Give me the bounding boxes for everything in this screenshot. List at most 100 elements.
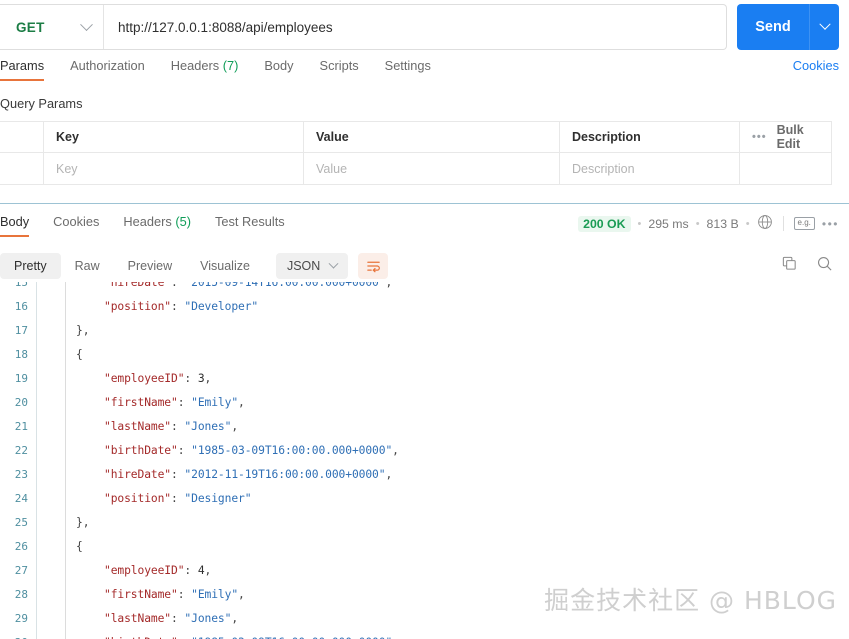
row-actions — [740, 153, 831, 184]
tab-body[interactable]: Body — [264, 58, 293, 81]
tab-label: Headers — [123, 214, 172, 229]
code-token: : — [171, 611, 185, 625]
code-token: : — [171, 282, 185, 289]
response-tab-headers[interactable]: Headers (5) — [123, 214, 191, 237]
tab-label: Body — [264, 58, 294, 73]
bulk-edit-button[interactable]: Bulk Edit — [777, 123, 819, 151]
globe-icon[interactable] — [757, 214, 773, 233]
header-description: Description — [560, 122, 740, 152]
response-tab-cookies[interactable]: Cookies — [53, 214, 99, 237]
code-token: "birthDate" — [104, 636, 178, 639]
panel-splitter[interactable] — [0, 203, 849, 204]
code-token: : — [171, 491, 185, 505]
more-options-icon[interactable]: ••• — [752, 131, 767, 143]
more-options-icon[interactable]: ••• — [822, 217, 839, 231]
code-line: 25}, — [0, 510, 849, 534]
tab-headers[interactable]: Headers (7) — [171, 58, 239, 81]
copy-icon[interactable] — [781, 255, 798, 277]
response-body-code[interactable]: 15 "hireDate": "2015-09-14T16:00:00.000+0… — [0, 282, 849, 639]
line-number: 29 — [14, 611, 28, 625]
code-token: , — [385, 467, 393, 481]
line-number: 20 — [14, 395, 28, 409]
tab-count: (5) — [175, 214, 191, 229]
view-tab-raw[interactable]: Raw — [61, 253, 114, 279]
http-method-select[interactable]: GET — [0, 5, 104, 49]
tab-label: Test Results — [214, 214, 285, 229]
tab-authorization[interactable]: Authorization — [70, 58, 145, 81]
code-text: "firstName": "Emily", — [66, 396, 245, 409]
code-token: "hireDate" — [104, 467, 172, 481]
code-text: "lastName": "Jones", — [66, 420, 238, 433]
code-token: }, — [76, 323, 90, 337]
gutter-separator — [36, 630, 37, 639]
code-line: 30 "birthDate": "1985-03-09T16:00:00.000+… — [0, 630, 849, 639]
tab-label: Cookies — [53, 214, 100, 229]
code-token: { — [76, 539, 83, 553]
view-tab-pretty[interactable]: Pretty — [0, 253, 61, 279]
view-tab-visualize[interactable]: Visualize — [186, 253, 264, 279]
url-input[interactable]: http://127.0.0.1:8088/api/employees — [104, 5, 726, 49]
code-token: "Developer" — [184, 299, 259, 313]
row-checkbox-cell[interactable] — [0, 153, 44, 184]
search-icon[interactable] — [816, 255, 833, 277]
chevron-down-icon — [818, 18, 831, 30]
response-tab-test-results[interactable]: Test Results — [215, 214, 285, 237]
code-token: : — [177, 395, 192, 409]
param-description-input[interactable]: Description — [560, 153, 740, 184]
url-group: GET http://127.0.0.1:8088/api/employees — [0, 4, 727, 50]
save-response-icon[interactable]: e.g. — [793, 217, 815, 230]
code-token: "Jones" — [184, 419, 232, 433]
code-text: "birthDate": "1985-03-09T16:00:00.000+00… — [66, 444, 399, 457]
response-meta: 200 OK • 295 ms • 813 B • e.g. ••• — [578, 214, 849, 233]
format-select[interactable]: JSON — [275, 253, 349, 279]
code-text: "position": "Developer" — [66, 300, 258, 313]
tab-label: Body — [0, 214, 30, 229]
gutter-separator — [36, 282, 37, 294]
code-token: "position" — [104, 491, 172, 505]
code-token: "2015-09-14T16:00:00.000+0000" — [184, 282, 386, 289]
tab-params[interactable]: Params — [0, 58, 45, 81]
status-badge: 200 OK — [578, 215, 631, 232]
code-text: "lastName": "Jones", — [66, 612, 238, 625]
code-token: , — [385, 282, 393, 289]
query-params-table: Key Value Description ••• Bulk Edit Key … — [0, 121, 832, 185]
code-token: 4 — [197, 563, 205, 577]
param-value-input[interactable]: Value — [304, 153, 560, 184]
code-token: , — [392, 443, 399, 457]
gutter-separator — [36, 318, 37, 342]
gutter-separator — [36, 342, 37, 366]
code-token: , — [204, 371, 212, 385]
header-checkbox-cell — [0, 122, 44, 152]
code-line: 29 "lastName": "Jones", — [0, 606, 849, 630]
code-line: 24 "position": "Designer" — [0, 486, 849, 510]
query-params-title: Query Params — [0, 96, 83, 111]
code-token: "hireDate" — [104, 282, 172, 289]
code-line: 21 "lastName": "Jones", — [0, 414, 849, 438]
response-tab-body[interactable]: Body — [0, 214, 30, 237]
code-text: "hireDate": "2015-09-14T16:00:00.000+000… — [66, 282, 392, 289]
send-button[interactable]: Send — [737, 4, 809, 50]
tab-scripts[interactable]: Scripts — [320, 58, 359, 81]
tab-label: Scripts — [319, 58, 359, 73]
wrap-text-button[interactable] — [358, 253, 389, 279]
cookies-link[interactable]: Cookies — [793, 58, 849, 73]
send-options-button[interactable] — [809, 4, 839, 50]
tab-label: Headers — [170, 58, 220, 73]
code-token: "1985-03-09T16:00:00.000+0000" — [191, 636, 392, 639]
postman-window: GET http://127.0.0.1:8088/api/employees … — [0, 0, 849, 639]
code-token: , — [238, 395, 245, 409]
header-value: Value — [304, 122, 560, 152]
gutter-separator — [36, 486, 37, 510]
divider — [782, 216, 784, 231]
param-key-input[interactable]: Key — [44, 153, 304, 184]
view-toolbar-actions — [781, 255, 849, 277]
response-view-toolbar: Pretty Raw Preview Visualize JSON — [0, 250, 849, 282]
line-number: 26 — [14, 539, 28, 553]
view-tab-preview[interactable]: Preview — [114, 253, 186, 279]
code-token: : — [178, 636, 191, 639]
tab-settings[interactable]: Settings — [385, 58, 431, 81]
code-text: "firstName": "Emily", — [66, 588, 245, 601]
code-token: : — [177, 587, 192, 601]
line-number: 16 — [14, 299, 28, 313]
line-number: 22 — [14, 443, 28, 457]
